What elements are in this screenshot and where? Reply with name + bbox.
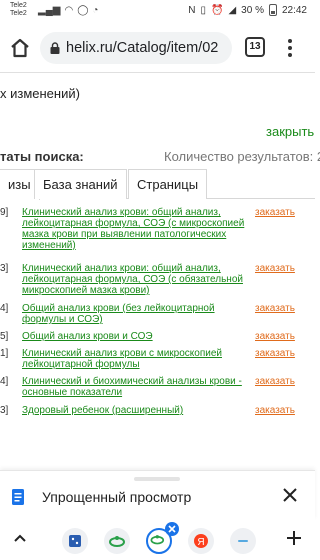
carrier-labels: Tele2 Tele2	[10, 2, 27, 18]
yandex-icon: Я	[194, 534, 208, 548]
close-link[interactable]: закрыть	[266, 124, 314, 139]
clock: 22:42	[281, 4, 307, 16]
search-results-label: таты поиска:	[0, 149, 84, 164]
tab-knowledge-base[interactable]: База знаний	[34, 169, 127, 199]
tab-strip: Я	[0, 520, 315, 560]
svg-text:Я: Я	[197, 537, 204, 548]
order-link[interactable]: заказать	[255, 303, 295, 314]
order-link[interactable]: заказать	[255, 207, 295, 218]
blank-tab-icon	[238, 540, 248, 542]
result-number: 4]	[0, 303, 9, 314]
home-icon[interactable]	[8, 36, 32, 60]
url-bar[interactable]: helix.ru/Catalog/item/02	[40, 32, 232, 64]
result-title-link[interactable]: Общий анализ крови и СОЭ	[22, 331, 250, 342]
status-icons-right: N ▯ ⏰ ◢ 30 % 22:42	[188, 4, 307, 16]
tab-thumbnail[interactable]	[104, 528, 130, 554]
document-icon	[12, 489, 24, 505]
vibrate-icon: ▯	[200, 4, 207, 16]
result-number: 9]	[0, 207, 9, 218]
battery-percent: 30 %	[241, 4, 264, 16]
result-title-link[interactable]: Здоровый ребенок (расширенный)	[22, 405, 250, 416]
chevron-up-icon[interactable]	[12, 530, 28, 546]
result-number: 5]	[0, 331, 9, 342]
simplified-view-sheet[interactable]: Упрощенный просмотр	[0, 470, 315, 520]
battery-icon	[268, 4, 277, 16]
tab-thumbnail[interactable]: Я	[188, 528, 214, 554]
nfc-icon: N	[188, 4, 196, 16]
helix-icon	[109, 536, 125, 547]
simplified-view-label: Упрощенный просмотр	[42, 489, 192, 505]
result-title-link[interactable]: Клинический анализ крови с микроскопией …	[22, 348, 250, 370]
order-link[interactable]: заказать	[255, 263, 295, 274]
tab-pages[interactable]: Страницы	[128, 169, 208, 199]
order-link[interactable]: заказать	[255, 331, 295, 342]
lock-icon	[50, 42, 60, 54]
result-number: 1]	[0, 348, 9, 359]
results-count: Количество результатов: 2	[164, 149, 320, 164]
toolbar-divider	[0, 72, 315, 73]
order-link[interactable]: заказать	[255, 348, 295, 359]
dice-icon	[69, 535, 81, 547]
carrier-1: Tele2	[10, 2, 27, 9]
result-title-link[interactable]: Клинический и биохимический анализы кров…	[22, 376, 250, 398]
result-title-link[interactable]: Клинический анализ крови: общий анализ, …	[22, 207, 250, 251]
url-text: helix.ru/Catalog/item/02	[66, 40, 219, 56]
close-icon[interactable]	[282, 487, 298, 503]
result-number: 4]	[0, 376, 9, 387]
result-number: 3]	[0, 263, 9, 274]
tab-thumbnail[interactable]	[62, 528, 88, 554]
close-tab-icon[interactable]	[165, 522, 179, 536]
notification-icon: ◔	[92, 5, 99, 16]
new-tab-icon[interactable]	[286, 530, 302, 546]
result-title-link[interactable]: Клинический анализ крови: общий анализ, …	[22, 263, 250, 296]
whatsapp-icon: ◯	[77, 5, 89, 16]
result-title-link[interactable]: Общий анализ крови (без лейкоцитарной фо…	[22, 303, 250, 325]
wifi-icon: ◠	[64, 5, 74, 16]
status-bar: Tele2 Tele2 ▂▄▆ ◠ ◯ ◔ N ▯ ⏰ ◢ 30 % 22:42	[0, 0, 315, 24]
signal-icon: ▂▄▆	[38, 5, 61, 16]
order-link[interactable]: заказать	[255, 405, 295, 416]
tabs-count-button[interactable]: 13	[245, 37, 265, 57]
wifi-signal-icon: ◢	[228, 4, 237, 16]
carrier-2: Tele2	[10, 10, 27, 17]
sheet-handle[interactable]	[134, 477, 180, 481]
result-number: 3]	[0, 405, 9, 416]
text-fragment: х изменений)	[0, 86, 80, 101]
order-link[interactable]: заказать	[255, 376, 295, 387]
menu-icon[interactable]	[282, 36, 298, 60]
browser-toolbar: helix.ru/Catalog/item/02 13	[0, 24, 315, 72]
tab-thumbnail[interactable]	[230, 528, 256, 554]
results-tabs: изы База знаний Страницы	[0, 169, 315, 200]
alarm-icon: ⏰	[211, 4, 224, 16]
status-icons-left: ▂▄▆ ◠ ◯ ◔	[38, 5, 98, 16]
